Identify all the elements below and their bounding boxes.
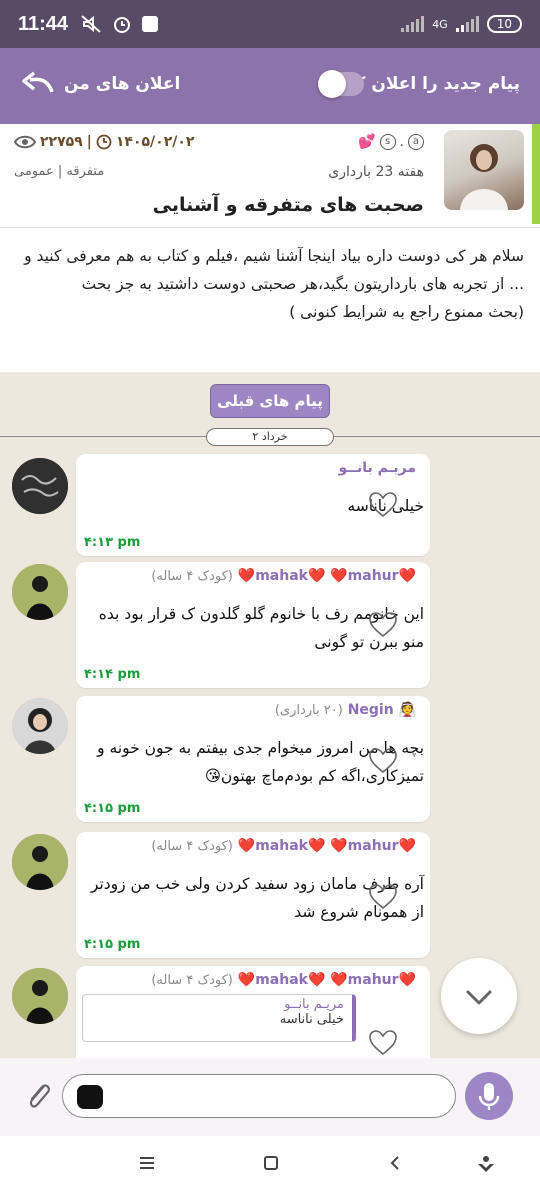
home-icon[interactable] — [262, 1154, 280, 1172]
reply-quote[interactable]: مریـم بانــو خیلی ناناسه — [82, 994, 356, 1042]
reply-text: خیلی ناناسه — [279, 1012, 344, 1027]
message-sender: مریـم بانــو — [338, 460, 416, 476]
signal-icon-2 — [455, 16, 479, 32]
system-navigation-bar — [0, 1136, 540, 1200]
avatar[interactable] — [12, 968, 68, 1024]
status-bar: 11:44 4G 10 — [0, 0, 540, 48]
like-heart-icon[interactable] — [368, 490, 398, 520]
top-header: پیام جدید را اعلان کن اعلان های من — [0, 48, 540, 124]
message-sender: ❤️mahak❤️ ❤️mahur❤️ (کودک ۴ ساله) — [151, 838, 416, 854]
back-icon[interactable] — [386, 1154, 404, 1172]
reply-sender: مریـم بانــو — [284, 997, 344, 1012]
recent-apps-icon[interactable] — [138, 1154, 156, 1172]
scroll-down-button[interactable] — [441, 958, 517, 1034]
avatar[interactable] — [12, 458, 68, 514]
s-badge-icon: s — [379, 134, 396, 150]
view-count: ۲۲۷۵۹ — [40, 134, 83, 150]
a-badge-icon: a — [408, 134, 424, 150]
message-sender: ❤️mahak❤️ ❤️mahur❤️ (کودک ۴ ساله) — [151, 972, 416, 988]
avatar[interactable] — [12, 698, 68, 754]
message-time: ۴:۱۵ pm — [84, 801, 141, 816]
message-time: ۴:۱۳ pm — [84, 535, 141, 550]
previous-messages-button[interactable]: پیام های قبلی — [210, 384, 330, 418]
topic-description: سلام هر کی دوست داره بیاد اینجا آشنا شیم… — [0, 228, 540, 372]
paperclip-icon[interactable] — [24, 1078, 54, 1114]
microphone-icon — [478, 1083, 500, 1110]
pregnancy-week: هفته 23 بارداری — [328, 164, 424, 180]
message-sender: 👰 Negin (۲۰ بارداری) — [274, 702, 416, 718]
date-divider: ۲ خرداد — [206, 428, 334, 446]
notify-new-messages-label: پیام جدید را اعلان کن — [340, 74, 520, 94]
eye-icon — [14, 135, 36, 149]
topic-meta: ۲۲۷۵۹ | ۱۴۰۵/۰۲/۰۲ — [14, 134, 194, 150]
message-time: ۴:۱۵ pm — [84, 937, 141, 952]
signal-icon — [401, 16, 425, 32]
topic-accent-bar — [532, 124, 540, 224]
notify-toggle[interactable] — [318, 70, 364, 98]
chevron-down-icon — [466, 990, 492, 1005]
notification-square-icon — [142, 16, 159, 32]
topic-date: ۱۴۰۵/۰۲/۰۲ — [115, 134, 195, 150]
message-time: ۴:۱۴ pm — [84, 667, 141, 682]
microphone-button[interactable] — [465, 1072, 513, 1120]
topic-card[interactable]: 💕 s . a هفته 23 بارداری صحبت های متفرقه … — [0, 124, 540, 228]
like-heart-icon[interactable] — [368, 882, 398, 912]
like-heart-icon[interactable] — [368, 746, 398, 776]
like-heart-icon[interactable] — [368, 1028, 398, 1058]
topic-thumbnail — [444, 130, 524, 210]
topic-badges: 💕 s . a — [358, 134, 424, 150]
assistant-icon[interactable] — [476, 1154, 496, 1174]
battery-indicator: 10 — [486, 15, 522, 33]
message-composer — [0, 1058, 540, 1136]
avatar[interactable] — [12, 564, 68, 620]
message-input[interactable] — [62, 1074, 456, 1118]
message-sender: ❤️mahak❤️ ❤️mahur❤️ (کودک ۴ ساله) — [151, 568, 416, 584]
topic-title: صحبت های متفرقه و آشنایی — [152, 194, 424, 216]
mute-icon — [81, 15, 101, 33]
avatar[interactable] — [12, 834, 68, 890]
topic-category: متفرقه | عمومی — [14, 164, 105, 179]
my-notifications-link[interactable]: اعلان های من — [64, 74, 180, 94]
alarm-icon — [114, 17, 131, 33]
hearts-icon: 💕 — [358, 134, 376, 150]
back-arrow-icon[interactable] — [20, 70, 56, 98]
clock-icon — [96, 134, 112, 150]
chat-area[interactable]: پیام های قبلی ۲ خرداد مریـم بانــو خیلی … — [0, 372, 540, 1058]
like-heart-icon[interactable] — [368, 610, 398, 640]
status-time: 11:44 — [18, 12, 69, 35]
sticker-icon[interactable] — [77, 1085, 103, 1109]
network-type: 4G — [432, 17, 448, 31]
